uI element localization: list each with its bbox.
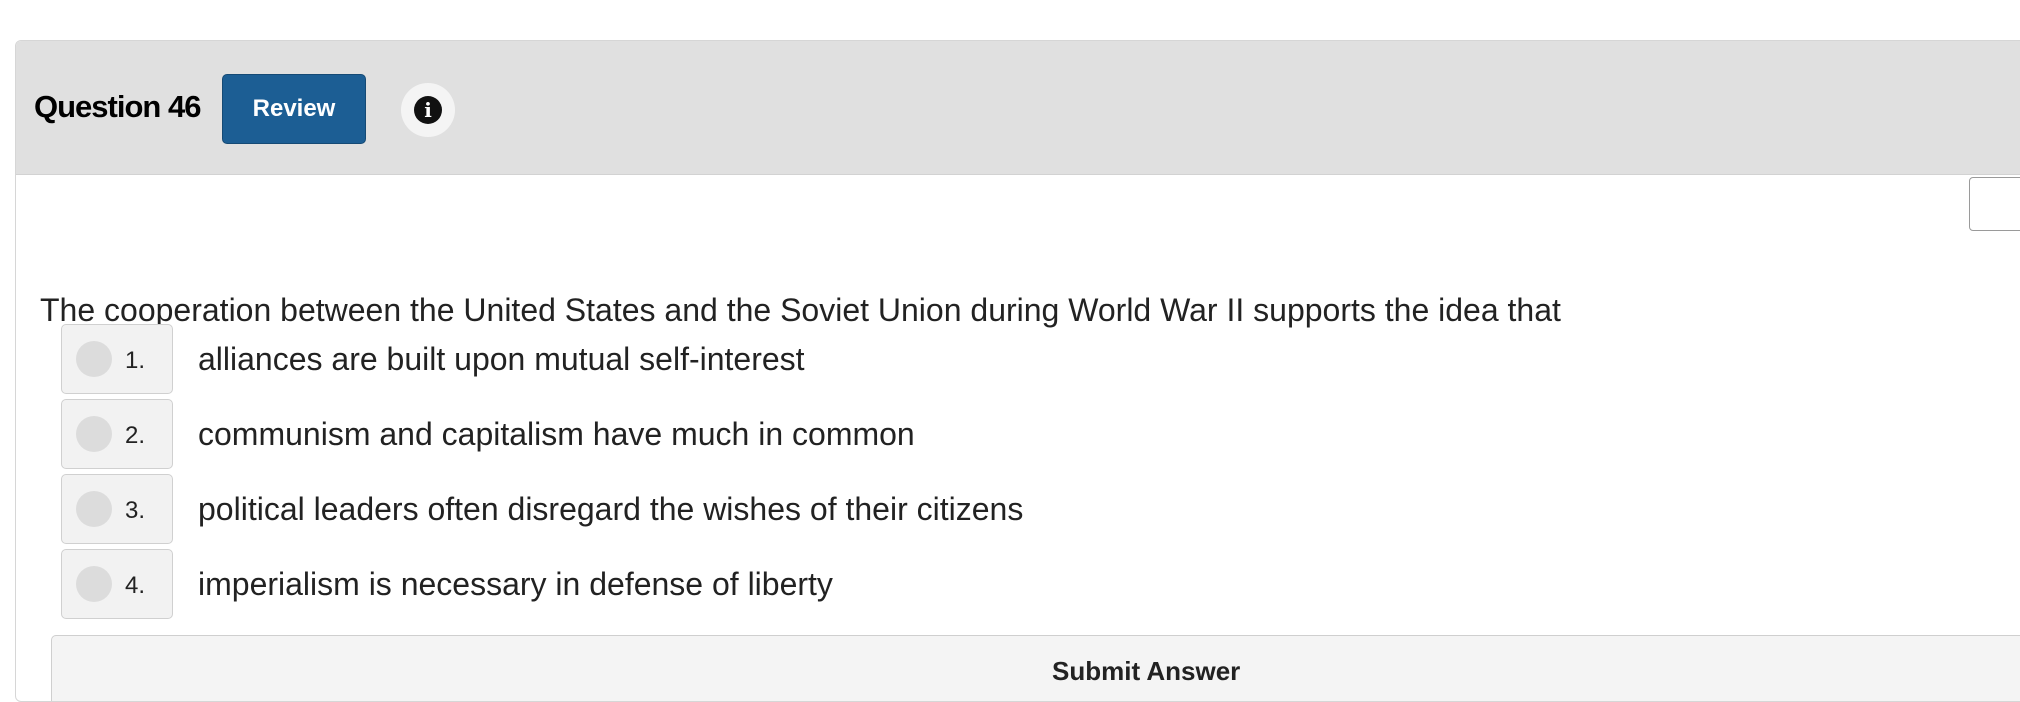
question-panel: Question 46 Review i The cooperation bet… [15,40,2020,702]
radio-button[interactable] [76,491,112,527]
choice-text: communism and capitalism have much in co… [198,416,915,452]
answer-choice-3[interactable]: 3. political leaders often disregard the… [61,474,1161,544]
info-button[interactable]: i [401,83,455,137]
radio-button[interactable] [76,566,112,602]
answer-choice-4[interactable]: 4. imperialism is necessary in defense o… [61,549,1161,619]
choice-text: imperialism is necessary in defense of l… [198,566,833,602]
radio-button[interactable] [76,416,112,452]
choice-number: 1. [125,347,146,374]
choice-number: 2. [125,422,146,449]
answer-choice-1[interactable]: 1. alliances are built upon mutual self-… [61,324,1161,394]
info-circle-icon: i [414,96,442,124]
review-button[interactable]: Review [222,74,366,144]
choice-number: 4. [125,572,146,599]
choice-number: 3. [125,497,146,524]
choice-select-box[interactable]: 4. [61,549,173,619]
question-header: Question 46 Review i [16,41,2020,175]
choice-select-box[interactable]: 3. [61,474,173,544]
choice-text: alliances are built upon mutual self-int… [198,341,805,377]
submit-answer-button[interactable]: Submit Answer [51,635,2020,701]
choice-text: political leaders often disregard the wi… [198,491,1024,527]
choice-select-box[interactable]: 2. [61,399,173,469]
radio-button[interactable] [76,341,112,377]
partial-toolbar-button[interactable] [1969,177,2020,231]
answer-choice-2[interactable]: 2. communism and capitalism have much in… [61,399,1161,469]
question-number-label: Question 46 [34,89,201,124]
choice-select-box[interactable]: 1. [61,324,173,394]
